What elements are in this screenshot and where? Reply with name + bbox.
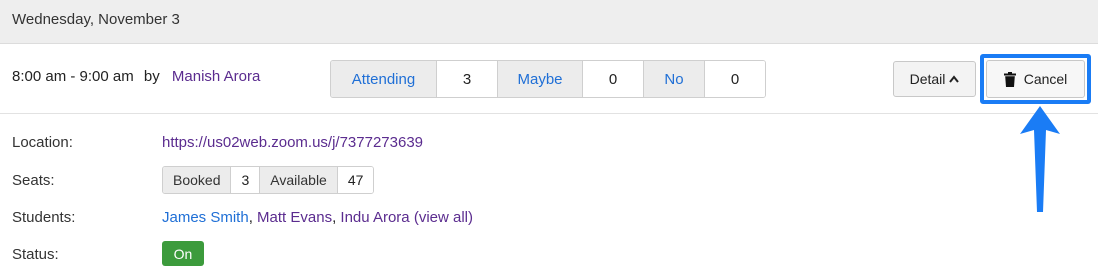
cancel-label: Cancel <box>1023 71 1068 87</box>
by-label: by <box>143 68 160 85</box>
host-link[interactable]: Manish Arora <box>172 68 260 85</box>
attending-count: 3 <box>437 61 498 97</box>
student-link[interactable]: Matt Evans <box>257 209 332 226</box>
maybe-button[interactable]: Maybe <box>498 61 583 97</box>
status-row: Status: On <box>0 240 1098 270</box>
location-label: Location: <box>12 134 73 151</box>
attending-button[interactable]: Attending <box>331 61 437 97</box>
view-all-link[interactable]: view all <box>419 209 468 226</box>
student-link[interactable]: James Smith <box>162 209 249 226</box>
location-row: Location: https://us02web.zoom.us/j/7377… <box>0 128 1098 158</box>
trash-icon <box>1003 71 1016 87</box>
available-label: Available <box>260 167 338 193</box>
no-count: 0 <box>705 61 765 97</box>
rsvp-group: Attending 3 Maybe 0 No 0 <box>330 60 766 98</box>
seats-label: Seats: <box>12 172 55 189</box>
booked-value: 3 <box>231 167 261 193</box>
available-value: 47 <box>337 167 374 193</box>
students-list: James Smith, Matt Evans, Indu Arora (vie… <box>162 209 473 226</box>
student-link[interactable]: Indu Arora <box>340 209 409 226</box>
location-link[interactable]: https://us02web.zoom.us/j/7377273639 <box>162 134 423 151</box>
no-button[interactable]: No <box>644 61 705 97</box>
caret-up-icon <box>949 75 960 83</box>
cancel-button[interactable]: Cancel <box>986 60 1085 98</box>
detail-button[interactable]: Detail <box>893 61 976 97</box>
seats-row: Seats: Booked 3 Available 47 <box>0 166 1098 196</box>
session-row: 8:00 am - 9:00 am by Manish Arora Attend… <box>0 44 1098 114</box>
session-time-host: 8:00 am - 9:00 am by Manish Arora <box>12 68 260 85</box>
date-title: Wednesday, November 3 <box>12 11 180 28</box>
booked-label: Booked <box>163 167 232 193</box>
arrow-up-icon <box>1020 106 1060 212</box>
students-label: Students: <box>12 209 76 226</box>
maybe-count: 0 <box>583 61 644 97</box>
date-header: Wednesday, November 3 <box>0 0 1098 44</box>
detail-label: Detail <box>909 71 946 87</box>
seats-group: Booked 3 Available 47 <box>162 166 375 194</box>
status-badge[interactable]: On <box>162 241 204 266</box>
students-row: Students: James Smith, Matt Evans, Indu … <box>0 203 1098 233</box>
session-time: 8:00 am - 9:00 am <box>12 68 134 85</box>
status-label: Status: <box>12 246 59 263</box>
